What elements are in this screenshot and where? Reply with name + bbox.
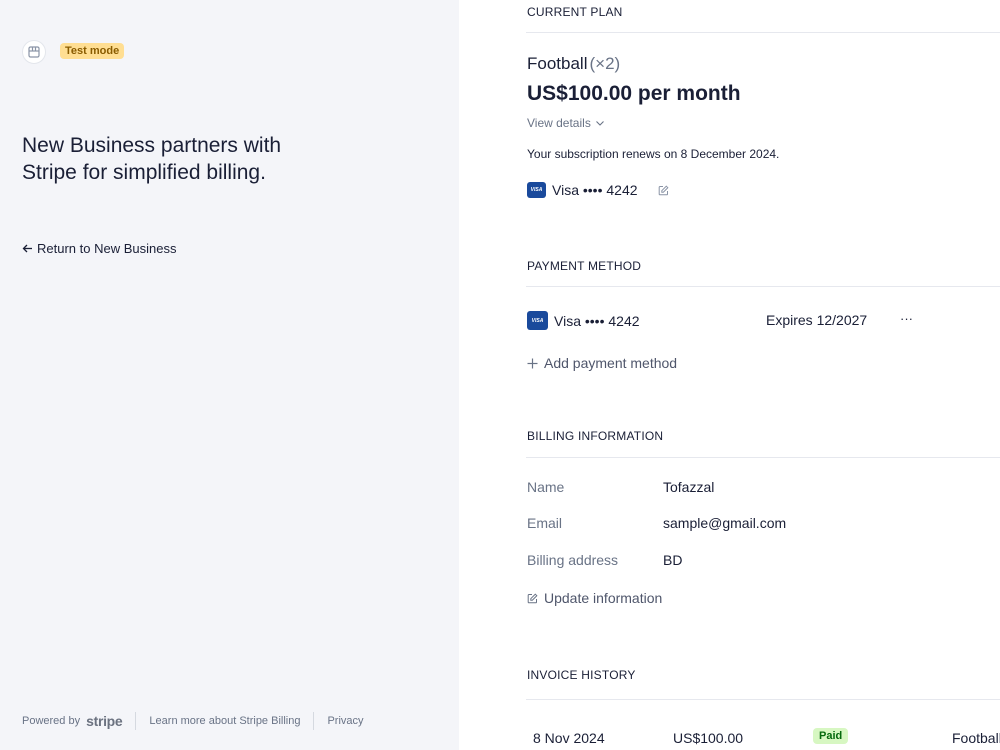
card-expiry: Expires 12/2027: [766, 312, 868, 328]
plan-price: US$100.00 per month: [527, 82, 741, 105]
billing-information-heading: BILLING INFORMATION: [527, 429, 664, 443]
test-mode-badge: Test mode: [60, 43, 125, 59]
more-horizontal-icon[interactable]: ···: [900, 311, 913, 326]
invoice-amount: US$100.00: [673, 730, 744, 746]
right-panel: CURRENT PLAN Football (×2) US$100.00 per …: [459, 0, 1000, 750]
section-divider: [526, 32, 1000, 33]
page-headline: New Business partners with Stripe for si…: [22, 134, 282, 184]
plus-icon: [527, 358, 538, 368]
powered-by-label: Powered by: [22, 715, 81, 727]
edit-icon[interactable]: [658, 184, 669, 196]
footer-divider: [313, 712, 315, 730]
plan-name: Football (×2): [527, 54, 620, 74]
payment-method-heading: PAYMENT METHOD: [527, 259, 642, 273]
renewal-text: Your subscription renews on 8 December 2…: [527, 147, 780, 161]
edit-icon: [527, 592, 538, 603]
plan-quantity: (×2): [589, 54, 621, 73]
view-details-label: View details: [527, 116, 591, 130]
learn-more-link[interactable]: Learn more about Stripe Billing: [149, 715, 300, 727]
section-divider: [526, 699, 1000, 700]
add-payment-method-button[interactable]: Add payment method: [527, 355, 677, 371]
chevron-down-icon: [595, 121, 604, 126]
view-details-button[interactable]: View details: [527, 116, 605, 130]
powered-by-stripe-link[interactable]: Powered by stripe: [22, 713, 123, 729]
section-divider: [526, 286, 1000, 287]
current-plan-heading: CURRENT PLAN: [527, 5, 623, 19]
update-information-button[interactable]: Update information: [527, 590, 662, 606]
payment-card-label: Visa •••• 4242: [554, 312, 640, 329]
visa-icon: VISA: [527, 182, 546, 198]
return-link[interactable]: Return to New Business: [22, 241, 176, 256]
section-divider: [526, 457, 1000, 458]
left-panel: Test mode New Business partners with Str…: [0, 0, 459, 750]
billing-email-label: Email: [527, 515, 563, 531]
plan-card-row: VISA Visa •••• 4242: [527, 182, 669, 198]
invoice-date: 8 Nov 2024: [533, 730, 605, 746]
plan-card-label: Visa •••• 4242: [552, 182, 638, 198]
return-link-label: Return to New Business: [37, 241, 177, 256]
billing-email-value: sample@gmail.com: [663, 515, 787, 531]
payment-card-row: VISA Visa •••• 4242: [527, 311, 640, 330]
footer: Powered by stripe Learn more about Strip…: [22, 712, 364, 730]
plan-name-text: Football: [527, 54, 588, 73]
update-information-label: Update information: [544, 590, 663, 606]
add-payment-method-label: Add payment method: [544, 355, 678, 371]
invoice-status-badge: Paid: [813, 728, 849, 744]
billing-name-label: Name: [527, 479, 565, 495]
privacy-link[interactable]: Privacy: [327, 715, 363, 727]
invoice-product: Football: [952, 730, 1000, 746]
billing-name-value: Tofazzal: [663, 479, 715, 495]
billing-address-value: BD: [663, 552, 683, 568]
arrow-left-icon: [22, 244, 32, 253]
stripe-logo: stripe: [86, 713, 123, 729]
visa-icon: VISA: [527, 311, 548, 330]
invoice-history-heading: INVOICE HISTORY: [527, 668, 636, 682]
billing-address-label: Billing address: [527, 552, 619, 568]
footer-divider: [135, 712, 137, 730]
storefront-icon: [22, 40, 46, 64]
